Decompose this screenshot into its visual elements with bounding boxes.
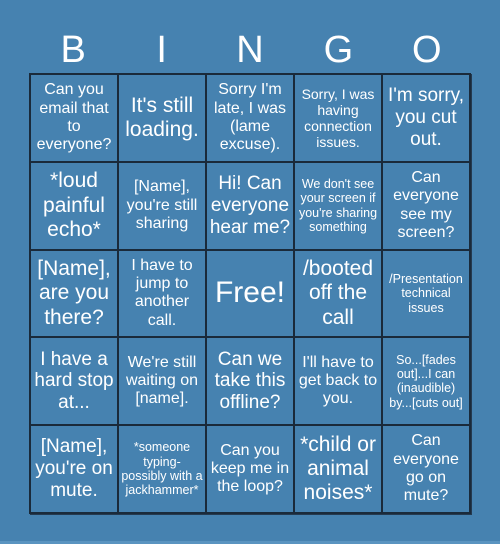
- bingo-cell[interactable]: So...[fades out]...I can (inaudible) by.…: [382, 337, 470, 426]
- bingo-cell[interactable]: *child or animal noises*: [294, 425, 382, 513]
- bingo-cell[interactable]: Sorry, I was having connection issues.: [294, 74, 382, 162]
- free-space[interactable]: Free!: [206, 249, 294, 338]
- bingo-cell[interactable]: Sorry I'm late, I was (lame excuse).: [206, 74, 294, 162]
- header-letter-n: N: [236, 29, 264, 71]
- header-letter-b: B: [60, 29, 86, 71]
- bingo-cell[interactable]: Can everyone go on mute?: [382, 425, 470, 513]
- header-letter-g: G: [323, 29, 354, 71]
- bingo-cell[interactable]: /Presentation technical issues: [382, 249, 470, 338]
- bingo-cell[interactable]: *loud painful echo*: [30, 161, 118, 250]
- bingo-cell[interactable]: Can you email that to everyone?: [30, 74, 118, 162]
- bingo-cell[interactable]: [Name], are you there?: [30, 249, 118, 338]
- bingo-cell[interactable]: It's still loading.: [118, 74, 206, 162]
- bingo-cell[interactable]: [Name], you're still sharing: [118, 161, 206, 250]
- bingo-cell[interactable]: We don't see your screen if you're shari…: [294, 161, 382, 250]
- bingo-cell[interactable]: We're still waiting on [name].: [118, 337, 206, 426]
- bingo-header: B I N G O: [29, 28, 471, 72]
- bingo-cell[interactable]: [Name], you're on mute.: [30, 425, 118, 513]
- header-letter-o: O: [412, 29, 442, 71]
- bingo-cell[interactable]: Can you keep me in the loop?: [206, 425, 294, 513]
- bingo-cell[interactable]: Can everyone see my screen?: [382, 161, 470, 250]
- header-letter-i: I: [156, 29, 167, 71]
- bingo-cell[interactable]: Can we take this offline?: [206, 337, 294, 426]
- bingo-cell[interactable]: /booted off the call: [294, 249, 382, 338]
- bingo-cell[interactable]: I have a hard stop at...: [30, 337, 118, 426]
- bingo-cell[interactable]: *someone typing- possibly with a jackham…: [118, 425, 206, 513]
- bingo-cell[interactable]: I'll have to get back to you.: [294, 337, 382, 426]
- bingo-card: Can you email that to everyone? It's sti…: [29, 73, 471, 514]
- bingo-cell[interactable]: Hi! Can everyone hear me?: [206, 161, 294, 250]
- bingo-cell[interactable]: I have to jump to another call.: [118, 249, 206, 338]
- bingo-cell[interactable]: I'm sorry, you cut out.: [382, 74, 470, 162]
